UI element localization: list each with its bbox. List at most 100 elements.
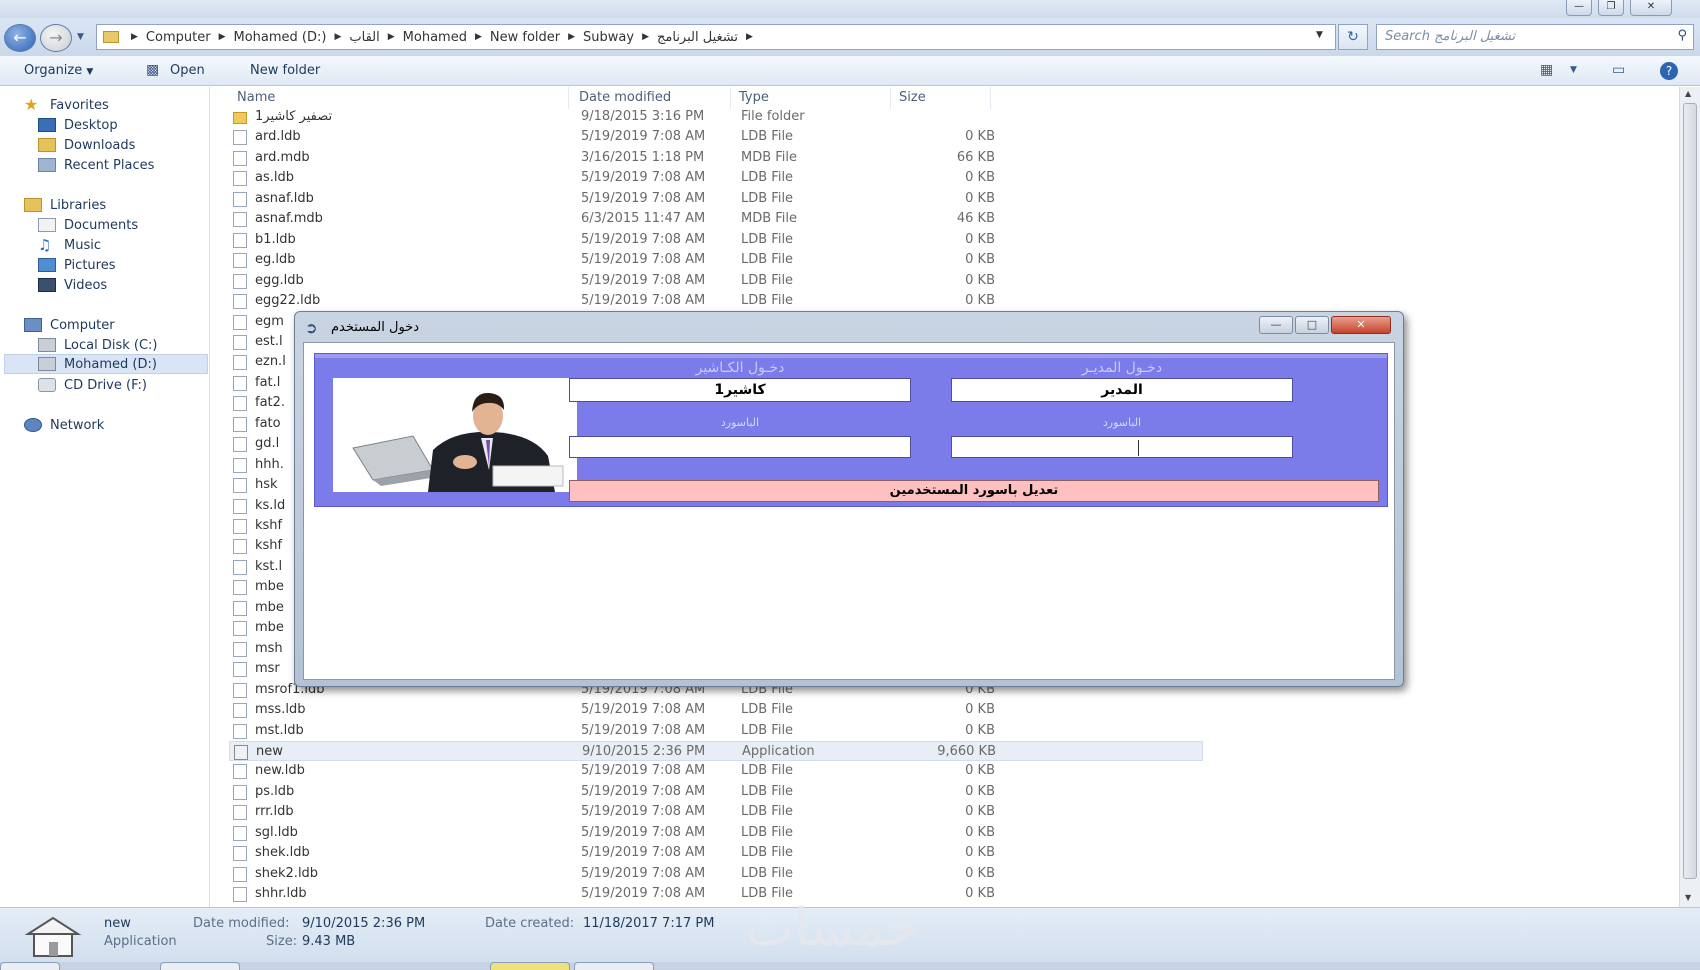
file-icon	[233, 314, 247, 330]
breadcrumb-separator-icon[interactable]: ▶	[475, 32, 482, 42]
search-input[interactable]: Search تشغيل البرنامج ⚲	[1376, 24, 1694, 50]
address-dropdown-icon[interactable]: ▼	[1316, 30, 1323, 40]
breadcrumb-drive[interactable]: Mohamed (D:)	[233, 30, 326, 45]
open-button[interactable]: Open	[170, 63, 205, 78]
file-icon	[233, 825, 247, 841]
file-row[interactable]: shhr.ldb 5/19/2019 7:08 AM LDB File 0 KB	[229, 884, 1203, 904]
file-row[interactable]: as.ldb 5/19/2019 7:08 AM LDB File 0 KB	[229, 168, 1203, 188]
breadcrumb-separator-icon[interactable]: ▶	[746, 32, 753, 42]
file-icon	[233, 805, 247, 821]
breadcrumb-folder[interactable]: Subway	[583, 30, 634, 45]
file-icon	[233, 641, 247, 657]
nav-cd-drive[interactable]: CD Drive (F:)	[38, 375, 147, 395]
file-row[interactable]: egg.ldb 5/19/2019 7:08 AM LDB File 0 KB	[229, 271, 1203, 291]
start-button[interactable]	[0, 962, 60, 970]
breadcrumb-folder[interactable]: Mohamed	[403, 30, 467, 45]
file-icon	[233, 171, 247, 187]
vertical-scrollbar[interactable]: ▲ ▼	[1679, 87, 1700, 907]
file-row[interactable]: ps.ldb 5/19/2019 7:08 AM LDB File 0 KB	[229, 782, 1203, 802]
cashier-username-field[interactable]: كاشير1	[569, 378, 911, 402]
address-bar[interactable]: ▶ Computer ▶ Mohamed (D:) ▶ القاب ▶ Moha…	[96, 24, 1336, 50]
view-options-icon[interactable]: ▦	[1540, 62, 1553, 78]
manager-username-field[interactable]: المدير	[951, 378, 1293, 402]
back-button[interactable]: ←	[4, 24, 36, 52]
breadcrumb-computer[interactable]: Computer	[146, 30, 211, 45]
scrollbar-thumb[interactable]	[1683, 103, 1697, 879]
file-date: 6/3/2015 11:47 AM	[581, 211, 706, 227]
dialog-close-button[interactable]: ✕	[1331, 316, 1391, 334]
nav-local-disk[interactable]: Local Disk (C:)	[38, 335, 157, 355]
nav-desktop[interactable]: Desktop	[38, 115, 118, 135]
nav-pictures[interactable]: Pictures	[38, 255, 115, 275]
taskbar-button[interactable]	[490, 962, 570, 970]
file-row[interactable]: eg.ldb 5/19/2019 7:08 AM LDB File 0 KB	[229, 250, 1203, 270]
file-size: 9,660 KB	[937, 743, 996, 759]
breadcrumb-folder[interactable]: القاب	[349, 30, 379, 45]
nav-videos[interactable]: Videos	[38, 275, 107, 295]
dialog-maximize-button[interactable]: □	[1295, 316, 1329, 334]
file-row[interactable]: asnaf.ldb 5/19/2019 7:08 AM LDB File 0 KB	[229, 189, 1203, 209]
breadcrumb-separator-icon[interactable]: ▶	[568, 32, 575, 42]
scroll-up-icon[interactable]: ▲	[1685, 89, 1691, 98]
nav-network[interactable]: Network	[24, 415, 104, 435]
view-dropdown-icon[interactable]: ▼	[1570, 65, 1577, 75]
scroll-down-icon[interactable]: ▼	[1685, 893, 1691, 902]
breadcrumb-separator-icon[interactable]: ▶	[219, 32, 226, 42]
nav-favorites[interactable]: ★ Favorites	[24, 95, 109, 115]
file-size: 0 KB	[965, 293, 995, 309]
column-header-date[interactable]: Date modified	[571, 87, 731, 109]
organize-button[interactable]: Organize ▼	[24, 63, 93, 78]
breadcrumb-separator-icon[interactable]: ▶	[131, 32, 138, 42]
nav-mohamed-drive[interactable]: Mohamed (D:)	[4, 354, 208, 374]
manager-password-field[interactable]	[951, 436, 1293, 458]
nav-documents[interactable]: Documents	[38, 215, 138, 235]
preview-pane-icon[interactable]: ▭	[1612, 62, 1625, 78]
breadcrumb-current[interactable]: تشغيل البرنامج	[657, 30, 738, 45]
file-row[interactable]: mst.ldb 5/19/2019 7:08 AM LDB File 0 KB	[229, 721, 1203, 741]
file-row[interactable]: shek2.ldb 5/19/2019 7:08 AM LDB File 0 KB	[229, 864, 1203, 884]
file-row[interactable]: asnaf.mdb 6/3/2015 11:47 AM MDB File 46 KB	[229, 209, 1203, 229]
breadcrumb-separator-icon[interactable]: ▶	[334, 32, 341, 42]
recent-places-icon	[38, 158, 56, 172]
file-type: LDB File	[741, 129, 794, 145]
help-icon[interactable]: ?	[1660, 62, 1678, 80]
file-row[interactable]: تصفير كاشير1 9/18/2015 3:16 PM File folder	[229, 107, 1203, 127]
file-row[interactable]: mss.ldb 5/19/2019 7:08 AM LDB File 0 KB	[229, 700, 1203, 720]
file-row[interactable]: new 9/10/2015 2:36 PM Application 9,660 KB	[229, 740, 1203, 761]
column-header-name[interactable]: Name	[229, 87, 569, 109]
manager-login-label: دخـول المديـر	[1081, 360, 1163, 376]
cashier-password-field[interactable]	[569, 436, 911, 458]
new-folder-button[interactable]: New folder	[250, 63, 320, 78]
nav-downloads[interactable]: Downloads	[38, 135, 135, 155]
taskbar-button[interactable]	[160, 962, 240, 970]
nav-recent-places[interactable]: Recent Places	[38, 155, 154, 175]
file-row[interactable]: rrr.ldb 5/19/2019 7:08 AM LDB File 0 KB	[229, 802, 1203, 822]
breadcrumb-folder[interactable]: New folder	[490, 30, 560, 45]
file-row[interactable]: b1.ldb 5/19/2019 7:08 AM LDB File 0 KB	[229, 230, 1203, 250]
file-row[interactable]: egg22.ldb 5/19/2019 7:08 AM LDB File 0 KB	[229, 291, 1203, 311]
file-type: LDB File	[741, 722, 794, 738]
file-row[interactable]: ard.ldb 5/19/2019 7:08 AM LDB File 0 KB	[229, 127, 1203, 147]
breadcrumb-separator-icon[interactable]: ▶	[642, 32, 649, 42]
change-passwords-button[interactable]: تعديل باسورد المستخدمين	[569, 480, 1379, 502]
close-button[interactable]: ✕	[1630, 0, 1672, 16]
dialog-minimize-button[interactable]: —	[1259, 316, 1293, 334]
file-row[interactable]: new.ldb 5/19/2019 7:08 AM LDB File 0 KB	[229, 761, 1203, 781]
minimize-button[interactable]: —	[1566, 0, 1592, 16]
column-header-size[interactable]: Size	[891, 87, 991, 109]
column-header-type[interactable]: Type	[731, 87, 891, 109]
file-row[interactable]: shek.ldb 5/19/2019 7:08 AM LDB File 0 KB	[229, 843, 1203, 863]
file-row[interactable]: ard.mdb 3/16/2015 1:18 PM MDB File 66 KB	[229, 148, 1203, 168]
recent-pages-dropdown-icon[interactable]: ▼	[77, 32, 84, 42]
maximize-button[interactable]: ❐	[1598, 0, 1624, 16]
file-name: new.ldb	[255, 763, 305, 779]
refresh-button[interactable]: ↻	[1338, 24, 1368, 50]
nav-music[interactable]: ♫ Music	[38, 235, 101, 255]
file-date: 5/19/2019 7:08 AM	[581, 763, 706, 779]
breadcrumb-separator-icon[interactable]: ▶	[388, 32, 395, 42]
nav-libraries[interactable]: Libraries	[24, 195, 106, 215]
nav-computer[interactable]: Computer	[24, 315, 115, 335]
forward-button[interactable]: →	[40, 24, 72, 52]
file-row[interactable]: sgl.ldb 5/19/2019 7:08 AM LDB File 0 KB	[229, 823, 1203, 843]
taskbar-button[interactable]	[574, 962, 654, 970]
